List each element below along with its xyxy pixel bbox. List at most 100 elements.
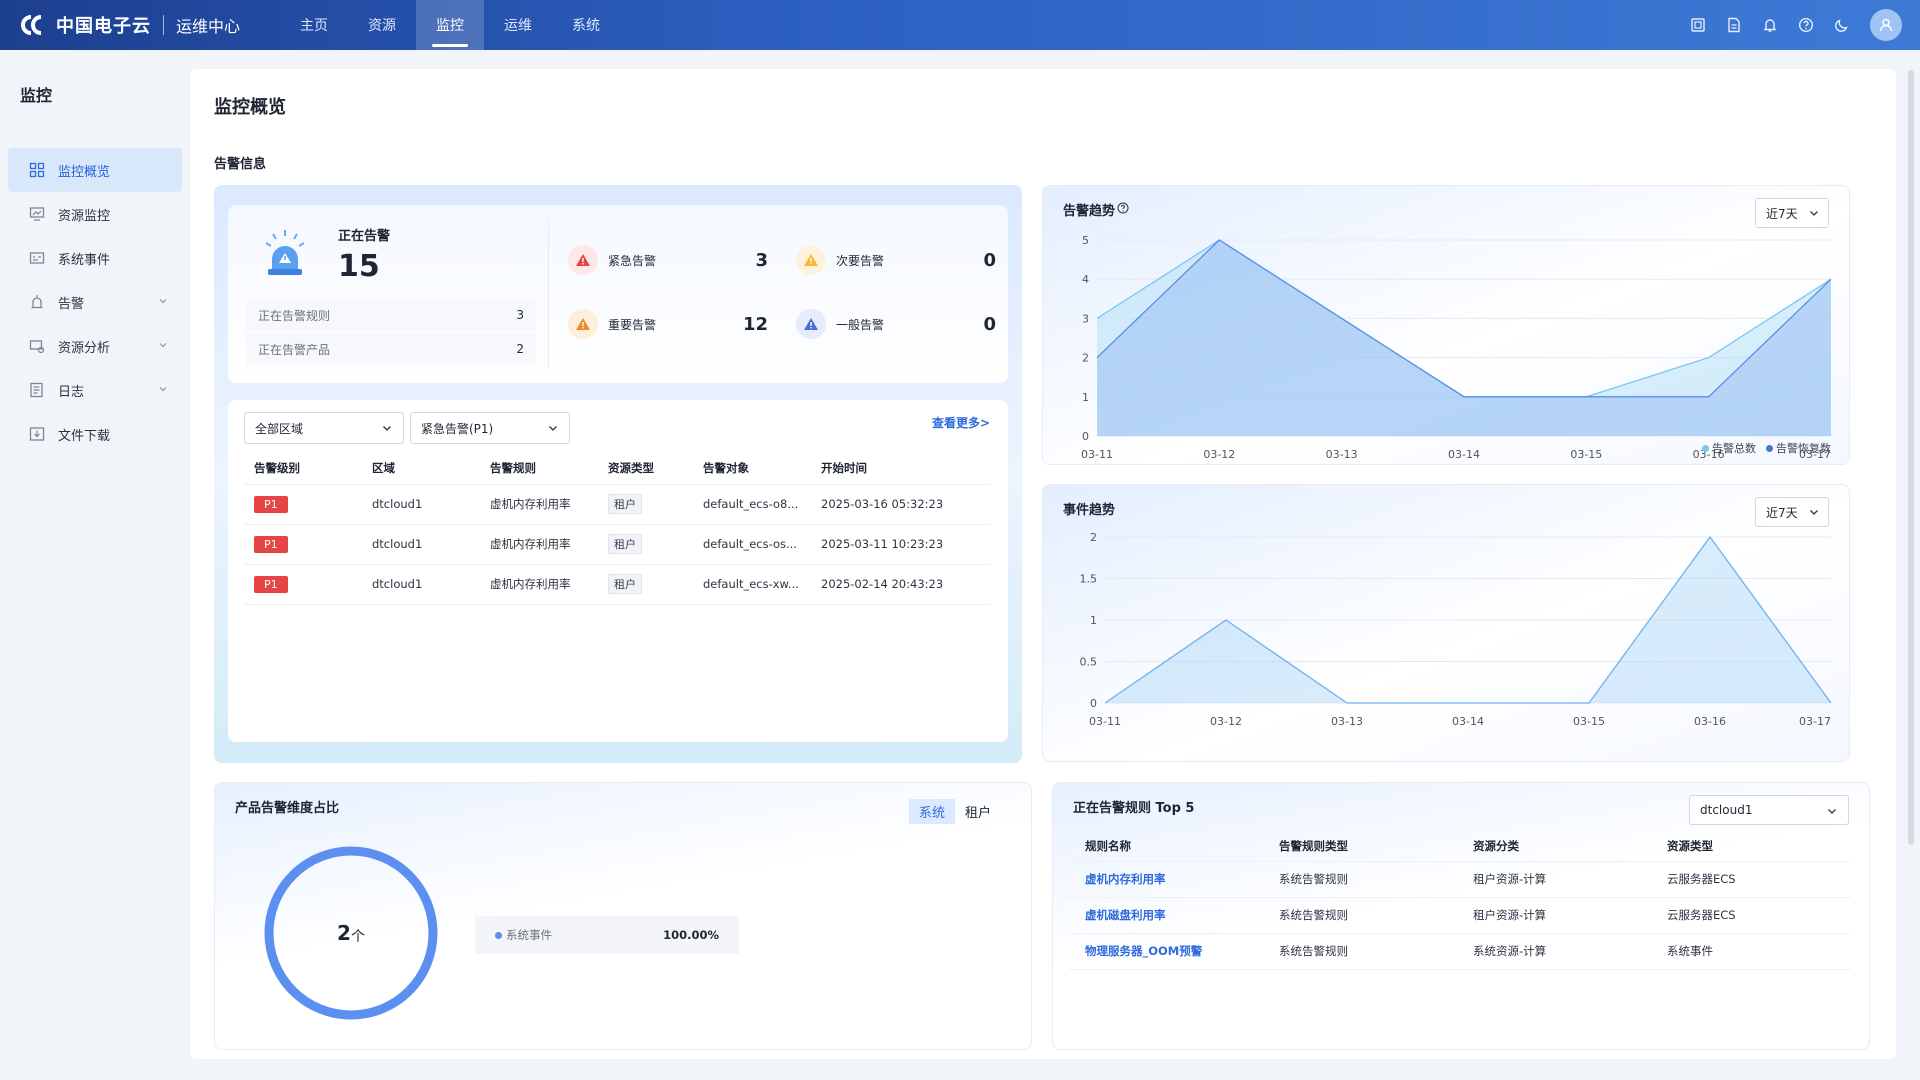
object-cell: default_ecs-xw... — [693, 564, 811, 605]
nav-monitoring[interactable]: 监控 — [416, 0, 485, 50]
x-tick-label: 03-11 — [1089, 715, 1121, 728]
alarm-rules-label: 正在告警规则 — [258, 308, 331, 323]
x-tick-label: 03-12 — [1203, 448, 1235, 461]
x-tick-label: 03-11 — [1081, 448, 1113, 461]
chevron-down-icon — [1826, 805, 1838, 820]
warning-icon — [796, 309, 826, 339]
category-cell: 租户资源-计算 — [1457, 861, 1651, 898]
alarm-trend-legend: 告警总数 告警恢复数 — [1702, 440, 1831, 456]
nav-system[interactable]: 系统 — [552, 0, 620, 50]
rule-type-cell: 系统告警规则 — [1263, 861, 1457, 898]
category-cell: 系统资源-计算 — [1457, 933, 1651, 970]
x-tick-label: 03-14 — [1448, 448, 1480, 461]
sidebar-item-system-events[interactable]: 系统事件 — [8, 236, 182, 280]
sidebar-title: 监控 — [20, 86, 53, 105]
ratio-row-percent: 100.00% — [663, 928, 719, 942]
alarm-list-box: 全部区域 紧急告警(P1) 查看更多> 告警级别 区域 告警规则 资源类型 告警… — [228, 400, 1008, 742]
bell-icon[interactable] — [1752, 7, 1788, 43]
y-tick-label: 0.5 — [1080, 656, 1098, 669]
y-tick-label: 2 — [1090, 531, 1097, 544]
table-row[interactable]: P1 dtcloud1 虚机内存利用率 租户 default_ecs-o8...… — [244, 484, 990, 525]
table-header-row: 告警级别 区域 告警规则 资源类型 告警对象 开始时间 — [244, 452, 990, 485]
severity-minor[interactable]: 次要告警 0 — [796, 245, 996, 275]
sidebar-item-label: 文件下载 — [58, 428, 111, 444]
table-row[interactable]: P1 dtcloud1 虚机内存利用率 租户 default_ecs-xw...… — [244, 564, 990, 605]
top5-region-select[interactable]: dtcloud1 — [1689, 795, 1849, 825]
donut-center-value: 2 — [337, 921, 351, 945]
severity-label: 一般告警 — [836, 317, 885, 332]
legend-item-total: 告警总数 — [1702, 440, 1756, 456]
nav-operations[interactable]: 运维 — [484, 0, 552, 50]
sidebar-item-overview[interactable]: 监控概览 — [8, 148, 182, 192]
sidebar-item-alarm[interactable]: 告警 — [8, 280, 182, 324]
page-scrollbar[interactable] — [1908, 70, 1914, 845]
top5-title: 正在告警规则 Top 5 — [1073, 801, 1195, 816]
sidebar-menu: 监控概览 资源监控 系统事件 告警 资源分析 日志 文件下载 — [0, 148, 190, 456]
severity-value: 0 — [983, 249, 996, 271]
warning-icon — [796, 245, 826, 275]
top5-table: 规则名称 告警规则类型 资源分类 资源类型 虚机内存利用率 系统告警规则 租户资… — [1069, 831, 1851, 970]
logo-icon — [20, 14, 50, 36]
column-header: 告警对象 — [693, 452, 811, 485]
level-select[interactable]: 紧急告警(P1) — [410, 412, 570, 444]
screen-icon[interactable] — [1680, 7, 1716, 43]
grid-icon — [28, 161, 46, 179]
table-row[interactable]: P1 dtcloud1 虚机内存利用率 租户 default_ecs-os...… — [244, 524, 990, 565]
rule-type-cell: 系统告警规则 — [1263, 933, 1457, 970]
chevron-down-icon — [547, 422, 559, 437]
y-tick-label: 1 — [1082, 391, 1089, 404]
severity-critical[interactable]: 紧急告警 3 — [568, 245, 768, 275]
avatar[interactable] — [1870, 9, 1902, 41]
sidebar-item-file-download[interactable]: 文件下载 — [8, 412, 182, 456]
tab-system[interactable]: 系统 — [908, 799, 955, 824]
rule-type-cell: 系统告警规则 — [1263, 897, 1457, 934]
severity-value: 3 — [755, 249, 768, 271]
region-select[interactable]: 全部区域 — [244, 412, 404, 444]
sidebar-item-label: 资源监控 — [58, 208, 111, 224]
column-header: 告警规则类型 — [1263, 831, 1457, 862]
event-icon — [28, 249, 46, 267]
event-trend-chart: 0 0.5 1 1.5 2 03-11 03-12 03-13 03-14 03-15 03-16 0… — [1080, 531, 1832, 728]
document-icon[interactable] — [1716, 7, 1752, 43]
legend-item-recovered: 告警恢复数 — [1766, 440, 1831, 456]
alarm-summary: 正在告警 15 正在告警规则 3 正在告警产品 2 紧急告警 3 次要告警 0 — [228, 205, 1008, 383]
region-select-value: 全部区域 — [255, 421, 304, 436]
rule-name-link[interactable]: 虚机内存利用率 — [1069, 861, 1263, 898]
x-tick-label: 03-12 — [1210, 715, 1242, 728]
warning-icon — [568, 245, 598, 275]
column-header: 区域 — [362, 452, 480, 485]
column-header: 资源类型 — [598, 452, 693, 485]
top5-region-value: dtcloud1 — [1700, 803, 1753, 817]
moon-icon[interactable] — [1824, 7, 1860, 43]
x-tick-label: 03-13 — [1331, 715, 1363, 728]
event-trend-card: 事件趋势 近7天 0 0.5 1 1.5 2 03-11 03-12 03-13 03-14 03… — [1042, 484, 1850, 762]
level-cell: P1 — [244, 564, 362, 605]
sidebar-item-label: 告警 — [58, 296, 85, 312]
x-tick-label: 03-16 — [1694, 715, 1726, 728]
nav-resources[interactable]: 资源 — [348, 0, 416, 50]
legend-label: 告警恢复数 — [1776, 442, 1831, 455]
rule-name-link[interactable]: 物理服务器_OOM预警 — [1069, 933, 1263, 970]
page-title: 监控概览 — [214, 97, 286, 118]
view-more-link[interactable]: 查看更多> — [932, 414, 990, 431]
rule-name-link[interactable]: 虚机磁盘利用率 — [1069, 897, 1263, 934]
alarm-table: 告警级别 区域 告警规则 资源类型 告警对象 开始时间 P1 dtcloud1 … — [244, 452, 990, 605]
sidebar-item-resource-analysis[interactable]: 资源分析 — [8, 324, 182, 368]
time-cell: 2025-02-14 20:43:23 — [811, 564, 990, 605]
y-tick-label: 5 — [1082, 234, 1089, 247]
brand-divider — [163, 15, 164, 35]
help-icon[interactable] — [1788, 7, 1824, 43]
tab-tenant[interactable]: 租户 — [955, 799, 1001, 824]
nav-home[interactable]: 主页 — [280, 0, 348, 50]
sidebar-item-logs[interactable]: 日志 — [8, 368, 182, 412]
sidebar-item-resource-monitor[interactable]: 资源监控 — [8, 192, 182, 236]
x-tick-label: 03-15 — [1570, 448, 1602, 461]
severity-major[interactable]: 重要告警 12 — [568, 309, 768, 339]
monitor-icon — [28, 205, 46, 223]
x-tick-label: 03-14 — [1452, 715, 1484, 728]
region-cell: dtcloud1 — [362, 484, 480, 525]
table-header-row: 规则名称 告警规则类型 资源分类 资源类型 — [1069, 831, 1851, 862]
brand-logo[interactable]: 中国电子云 运维中心 — [20, 12, 240, 38]
ratio-title: 产品告警维度占比 — [235, 801, 340, 816]
severity-general[interactable]: 一般告警 0 — [796, 309, 996, 339]
